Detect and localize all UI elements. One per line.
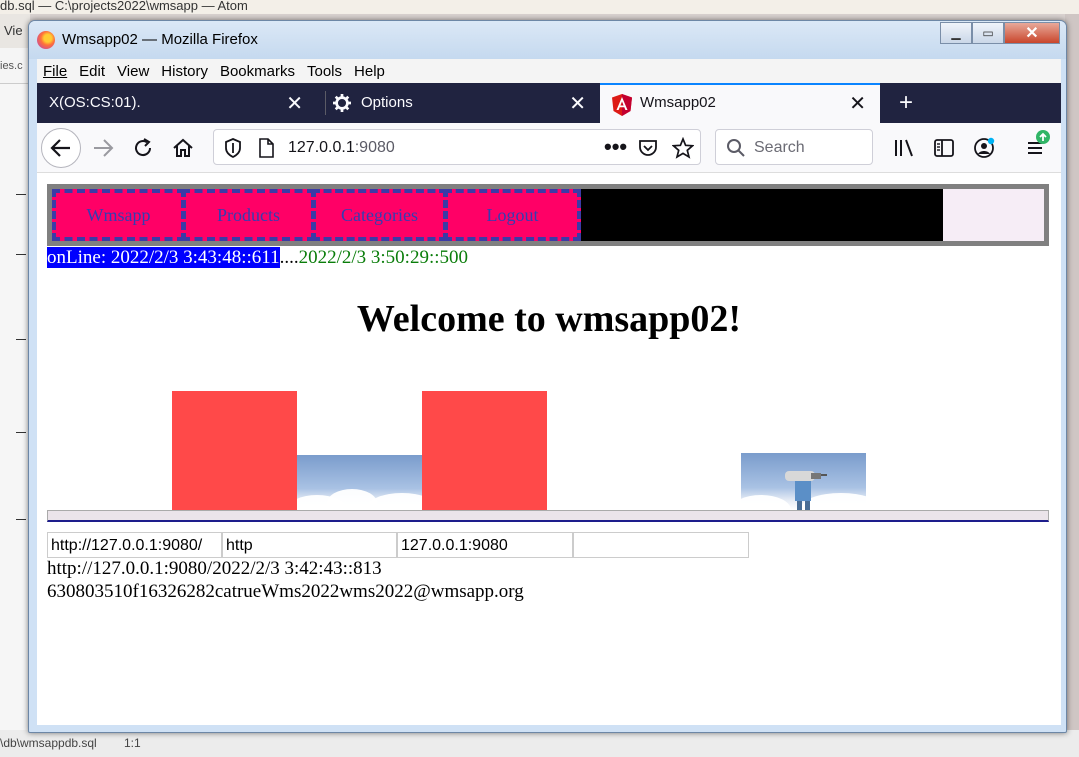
online-label: onLine: 2022/2/3 3:43:48::611 [47,247,280,268]
tab-xoscs[interactable]: X(OS:CS:01). ✕ [37,83,317,123]
gutter-mark [16,432,26,433]
reload-button[interactable] [123,128,163,168]
page-actions-icon[interactable]: ••• [604,134,627,160]
page-content: Wmsapp Products Categories Logout onLine… [37,173,1061,725]
sidebar-icon[interactable] [933,137,955,159]
tab-label: X(OS:CS:01). [49,94,141,111]
url-text[interactable]: 127.0.0.1:9080 [288,139,395,157]
url-field[interactable]: http://127.0.0.1:9080/ [47,532,222,558]
divider-bar [47,510,1049,522]
nav-categories[interactable]: Categories [312,189,447,241]
navigation-toolbar: 127.0.0.1:9080 ••• Search [37,123,1061,173]
menu-history[interactable]: History [161,63,208,80]
firefox-logo-icon [37,31,55,49]
app-navbar: Wmsapp Products Categories Logout [47,184,1049,246]
pocket-icon[interactable] [638,138,658,158]
bookmark-star-icon[interactable] [672,137,694,159]
shield-icon[interactable] [224,138,242,158]
host-field[interactable]: 127.0.0.1:9080 [397,532,573,558]
online-status: onLine: 2022/2/3 3:43:48::611....2022/2/… [47,246,468,270]
background-statusbar: \db\wmsappdb.sql 1:1 [0,730,1079,757]
status-file: \db\wmsappdb.sql [0,736,97,750]
update-badge-icon [1036,130,1050,144]
page-icon [259,138,274,158]
gutter-mark [16,519,26,520]
gutter-mark [16,254,26,255]
window-titlebar[interactable]: Wmsapp02 — Mozilla Firefox ▁ ▭ ✕ [29,21,1066,59]
close-button[interactable]: ✕ [1004,22,1060,44]
minimize-icon: ▁ [951,26,961,40]
nav-wmsapp[interactable]: Wmsapp [52,189,185,241]
background-editor [0,84,30,730]
page-title: Welcome to wmsapp02! [356,298,742,340]
forward-button[interactable] [83,128,123,168]
tab-close-icon[interactable]: ✕ [849,91,866,116]
url-port: :9080 [354,139,395,156]
tab-options[interactable]: Options ✕ [319,83,600,123]
menu-edit[interactable]: Edit [79,63,105,80]
home-icon [173,138,193,157]
robot-icon [785,471,827,511]
tab-label: Options [361,94,413,111]
menu-tools[interactable]: Tools [307,63,342,80]
nav-light-block [943,189,1044,241]
forward-arrow-icon [94,139,114,157]
nav-products[interactable]: Products [182,189,315,241]
menu-bookmarks[interactable]: Bookmarks [220,63,295,80]
firefox-window: Wmsapp02 — Mozilla Firefox ▁ ▭ ✕ File Ed… [28,20,1067,733]
maximize-icon: ▭ [982,26,994,40]
background-tab-label: ies.c [0,60,23,72]
empty-field[interactable] [573,532,749,558]
tab-close-icon[interactable]: ✕ [286,91,303,116]
back-button[interactable] [41,128,81,168]
menu-view[interactable]: View [117,63,149,80]
search-bar[interactable]: Search [715,129,873,165]
search-icon [727,139,745,157]
window-controls: ▁ ▭ ✕ [940,22,1060,44]
nav-logout[interactable]: Logout [444,189,581,241]
url-bar[interactable]: 127.0.0.1:9080 ••• [213,129,701,165]
window-title: Wmsapp02 — Mozilla Firefox [62,31,258,48]
protocol-field[interactable]: http [222,532,397,558]
url-host: 127.0.0.1 [288,139,355,156]
background-tab: ies.c [0,48,30,84]
current-time: 2022/2/3 3:50:29::500 [298,247,469,268]
gutter-mark [16,339,26,340]
info-line-1: http://127.0.0.1:9080/2022/2/3 3:42:43::… [47,558,382,579]
online-dots: .... [279,247,299,268]
menu-help[interactable]: Help [354,63,385,80]
status-position: 1:1 [124,736,141,750]
gutter-mark [16,194,26,195]
background-menu: Vie [0,14,30,48]
close-icon: ✕ [1025,25,1039,42]
tab-bar: X(OS:CS:01). ✕ Options ✕ Wmsapp02 ✕ + [37,83,1061,123]
red-box [422,391,547,516]
angular-icon [612,94,632,116]
maximize-button[interactable]: ▭ [972,22,1004,44]
background-menu-label: Vie [4,23,23,38]
library-icon[interactable] [893,137,915,159]
robot-image [741,453,866,516]
new-tab-plus-icon[interactable]: + [899,89,913,117]
info-line-2: 630803510f16326282catrueWms2022wms2022@w… [47,581,524,602]
account-icon[interactable] [973,137,995,159]
home-button[interactable] [163,128,203,168]
gear-icon [333,94,351,112]
background-window-title: db.sql — C:\projects2022\wmsapp — Atom [0,0,1079,14]
red-box [172,391,297,516]
menubar: File Edit View History Bookmarks Tools H… [37,59,1061,83]
background-right-edge [1065,14,1079,730]
tab-wmsapp02[interactable]: Wmsapp02 ✕ [600,83,880,123]
reload-icon [135,138,152,157]
back-arrow-icon [50,139,70,157]
menu-file[interactable]: File [43,63,67,80]
search-placeholder: Search [754,139,805,156]
tab-close-icon[interactable]: ✕ [569,91,586,116]
tab-label: Wmsapp02 [640,94,716,111]
minimize-button[interactable]: ▁ [940,22,972,44]
sky-image [297,455,422,516]
